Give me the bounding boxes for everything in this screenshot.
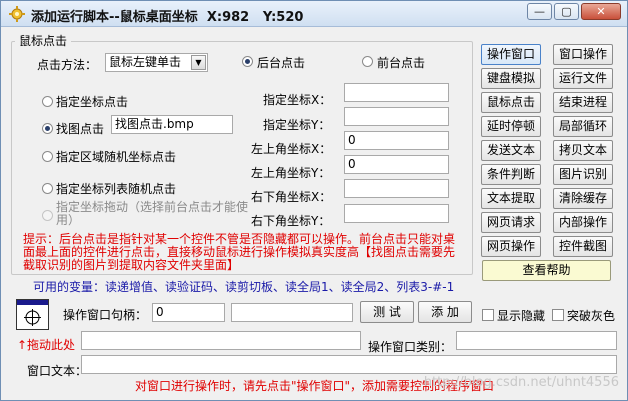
window-handle-label: 操作窗口句柄： <box>63 308 148 322</box>
bottom-right-y-label: 右下角坐标Y： <box>251 214 331 228</box>
top-left-y-input[interactable]: 0 <box>344 155 449 174</box>
group-title: 鼠标点击 <box>15 32 72 49</box>
window-class-label: 操作窗口类别： <box>368 340 453 354</box>
coord-y-value: 520 <box>276 10 304 25</box>
chevron-down-icon[interactable]: ▼ <box>191 55 206 70</box>
send-text-button[interactable]: 发送文本 <box>481 140 541 161</box>
mode-drag-radio[interactable] <box>42 210 53 221</box>
mode-random-area-label[interactable]: 指定区域随机坐标点击 <box>56 148 176 165</box>
top-left-y-label: 左上角坐标Y： <box>251 166 331 180</box>
internal-operation-button[interactable]: 内部操作 <box>553 212 613 233</box>
top-left-x-label: 左上角坐标X： <box>251 142 332 156</box>
mode-fixed-coord-radio[interactable] <box>42 96 53 107</box>
web-request-button[interactable]: 网页请求 <box>481 212 541 233</box>
title-bar[interactable]: 添加运行脚本--鼠标桌面坐标 X:982 Y:520 — ▢ ✕ <box>1 1 627 27</box>
test-button[interactable]: 测 试 <box>360 301 414 323</box>
mode-find-image-radio[interactable] <box>42 123 53 134</box>
drag-target-input[interactable] <box>81 331 361 350</box>
app-gear-icon <box>9 6 25 22</box>
window-operation-button[interactable]: 窗口操作 <box>553 44 613 65</box>
window-handle-input[interactable]: 0 <box>152 303 225 322</box>
bottom-right-x-label: 右下角坐标X： <box>251 190 332 204</box>
mode-random-list-radio[interactable] <box>42 183 53 194</box>
add-button[interactable]: 添 加 <box>418 301 472 323</box>
bottom-right-y-input[interactable] <box>344 204 449 223</box>
mode-drag-label: 指定坐标拖动（选择前台点击才能使用） <box>56 200 249 227</box>
control-screenshot-button[interactable]: 控件截图 <box>553 236 613 257</box>
foreground-click-label[interactable]: 前台点击 <box>377 54 425 71</box>
run-file-button[interactable]: 运行文件 <box>553 68 613 89</box>
image-recognition-button[interactable]: 图片识别 <box>553 164 613 185</box>
delay-pause-button[interactable]: 延时停顿 <box>481 116 541 137</box>
break-gray-checkbox[interactable] <box>552 309 564 321</box>
minimize-button[interactable]: — <box>527 3 552 20</box>
window-text-input[interactable] <box>81 355 617 374</box>
script-editor-window: 添加运行脚本--鼠标桌面坐标 X:982 Y:520 — ▢ ✕ 鼠标点击 点击… <box>0 0 628 401</box>
break-gray-label[interactable]: 突破灰色 <box>567 307 615 324</box>
drag-target-icon[interactable] <box>16 299 49 330</box>
show-hidden-checkbox[interactable] <box>482 309 494 321</box>
window-title-text: 添加运行脚本--鼠标桌面坐标 <box>31 10 198 25</box>
close-button[interactable]: ✕ <box>581 3 621 20</box>
end-process-button[interactable]: 结束进程 <box>553 92 613 113</box>
background-click-label[interactable]: 后台点击 <box>257 54 305 71</box>
click-method-value: 鼠标左键单击 <box>109 55 182 69</box>
copy-text-button[interactable]: 拷贝文本 <box>553 140 613 161</box>
image-file-input[interactable]: 找图点击.bmp <box>111 115 233 134</box>
mode-random-area-radio[interactable] <box>42 151 53 162</box>
fixed-y-input[interactable] <box>344 107 449 126</box>
window-class-input[interactable] <box>456 331 617 350</box>
foreground-click-radio[interactable] <box>362 56 373 67</box>
fixed-x-label: 指定坐标X： <box>263 93 332 107</box>
operate-window-button[interactable]: 操作窗口 <box>481 44 541 65</box>
watermark-text: http://blog.csdn.net/uhnt4556 <box>423 375 619 390</box>
coord-y-label: Y: <box>262 10 277 25</box>
fixed-y-label: 指定坐标Y： <box>263 118 331 132</box>
bottom-right-x-input[interactable] <box>344 179 449 198</box>
text-extract-button[interactable]: 文本提取 <box>481 188 541 209</box>
clear-cache-button[interactable]: 清除缓存 <box>553 188 613 209</box>
click-method-label: 点击方法： <box>37 58 98 72</box>
coord-x-value: 982 <box>222 10 250 25</box>
view-help-button[interactable]: 查看帮助 <box>482 260 611 281</box>
click-method-select[interactable]: 鼠标左键单击 ▼ <box>105 53 208 72</box>
window-text-label: 窗口文本： <box>27 364 88 378</box>
fixed-x-input[interactable] <box>344 83 449 102</box>
crosshair-icon <box>24 309 41 326</box>
local-loop-button[interactable]: 局部循环 <box>553 116 613 137</box>
maximize-button[interactable]: ▢ <box>554 3 579 20</box>
mouse-click-button[interactable]: 鼠标点击 <box>481 92 541 113</box>
mode-find-image-label[interactable]: 找图点击 <box>56 120 104 137</box>
drag-here-label: ↑拖动此处 <box>17 338 76 352</box>
background-click-radio[interactable] <box>242 56 253 67</box>
top-left-x-input[interactable]: 0 <box>344 131 449 150</box>
window-title: 添加运行脚本--鼠标桌面坐标 X:982 Y:520 <box>31 6 303 25</box>
mode-random-list-label[interactable]: 指定坐标列表随机点击 <box>56 180 176 197</box>
show-hidden-label[interactable]: 显示隐藏 <box>497 307 545 324</box>
mode-fixed-coord-label[interactable]: 指定坐标点击 <box>56 93 128 110</box>
available-variables-text: 可用的变量：读递增值、读验证码、读剪切板、读全局1、读全局2、列表3-#-1 <box>33 280 455 294</box>
keyboard-simulate-button[interactable]: 键盘模拟 <box>481 68 541 89</box>
window-handle-extra-input[interactable] <box>231 303 353 322</box>
condition-button[interactable]: 条件判断 <box>481 164 541 185</box>
web-operation-button[interactable]: 网页操作 <box>481 236 541 257</box>
hint-text: 提示：后台点击是指针对某一个控件不管是否隐藏都可以操作。前台点击只能对桌面最上面… <box>23 232 456 272</box>
coord-x-label: X: <box>206 10 223 25</box>
